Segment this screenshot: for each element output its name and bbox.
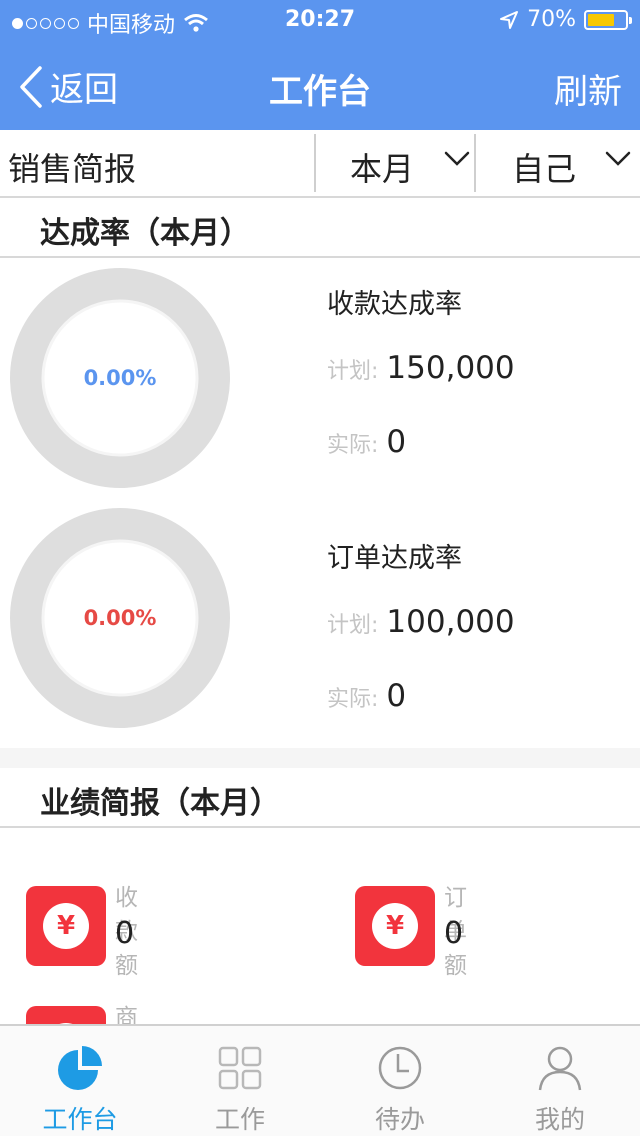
performance-section-header: 业绩简报（本月） <box>0 768 640 828</box>
collection-plan-row: 计划: 150,000 <box>327 350 515 386</box>
status-right: 70% <box>499 7 632 32</box>
report-type-title: 销售简报 <box>8 150 137 188</box>
grid-icon <box>218 1046 262 1090</box>
status-bar: 中国移动 20:27 70% <box>0 0 640 40</box>
actual-value: 0 <box>386 424 407 460</box>
tab-bar: 工作台 工作 待办 我的 <box>0 1024 640 1136</box>
plan-label: 计划: <box>327 359 379 384</box>
tab-mine[interactable]: 我的 <box>480 1026 640 1138</box>
page-title: 工作台 <box>269 72 371 112</box>
tab-work[interactable]: 工作 <box>160 1026 320 1138</box>
plan-label: 计划: <box>327 613 379 638</box>
plan-value: 150,000 <box>386 350 515 386</box>
plan-value: 100,000 <box>386 604 515 640</box>
section-title: 达成率（本月） <box>40 216 250 251</box>
tab-label: 我的 <box>534 1105 585 1134</box>
chevron-down-icon[interactable] <box>443 150 471 168</box>
section-title: 业绩简报（本月） <box>40 786 280 821</box>
filter-bar: 销售简报 本月 自己 <box>0 130 640 198</box>
order-actual-row: 实际: 0 <box>327 678 406 714</box>
collection-rate-title: 收款达成率 <box>327 289 462 320</box>
location-arrow-icon <box>500 10 519 29</box>
tab-label: 待办 <box>374 1105 425 1134</box>
actual-label: 实际: <box>327 433 379 458</box>
nav-bar: 返回 工作台 刷新 <box>0 40 640 130</box>
collection-amount-value: 0 <box>115 916 135 951</box>
order-rate-value: 0.00% <box>83 606 157 630</box>
owner-dropdown[interactable]: 自己 <box>512 144 576 190</box>
user-icon <box>538 1046 582 1091</box>
yen-icon: ¥ <box>26 886 106 966</box>
battery-icon <box>584 9 632 30</box>
tab-workbench[interactable]: 工作台 <box>0 1026 160 1138</box>
pie-chart-icon <box>58 1046 102 1090</box>
divider <box>474 134 476 192</box>
clock-icon <box>378 1046 422 1090</box>
battery-percent: 70% <box>527 7 576 32</box>
owner-dropdown-value: 自己 <box>512 150 577 188</box>
order-plan-row: 计划: 100,000 <box>327 604 515 640</box>
period-dropdown-value: 本月 <box>350 150 415 188</box>
order-rate-title: 订单达成率 <box>327 543 462 574</box>
collection-actual-row: 实际: 0 <box>327 424 406 460</box>
actual-label: 实际: <box>327 687 379 712</box>
divider <box>314 134 316 192</box>
actual-value: 0 <box>386 678 407 714</box>
period-dropdown[interactable]: 本月 <box>350 144 414 190</box>
achievement-section-header: 达成率（本月） <box>0 198 640 258</box>
refresh-button[interactable]: 刷新 <box>554 64 622 113</box>
tab-label: 工作 <box>214 1105 265 1134</box>
tab-todo[interactable]: 待办 <box>320 1026 480 1138</box>
order-amount-value: 0 <box>444 916 464 951</box>
chevron-down-icon[interactable] <box>604 150 632 168</box>
yen-icon: ¥ <box>355 886 435 966</box>
tab-label: 工作台 <box>42 1105 118 1134</box>
collection-rate-value: 0.00% <box>83 366 157 390</box>
section-spacer <box>0 748 640 768</box>
